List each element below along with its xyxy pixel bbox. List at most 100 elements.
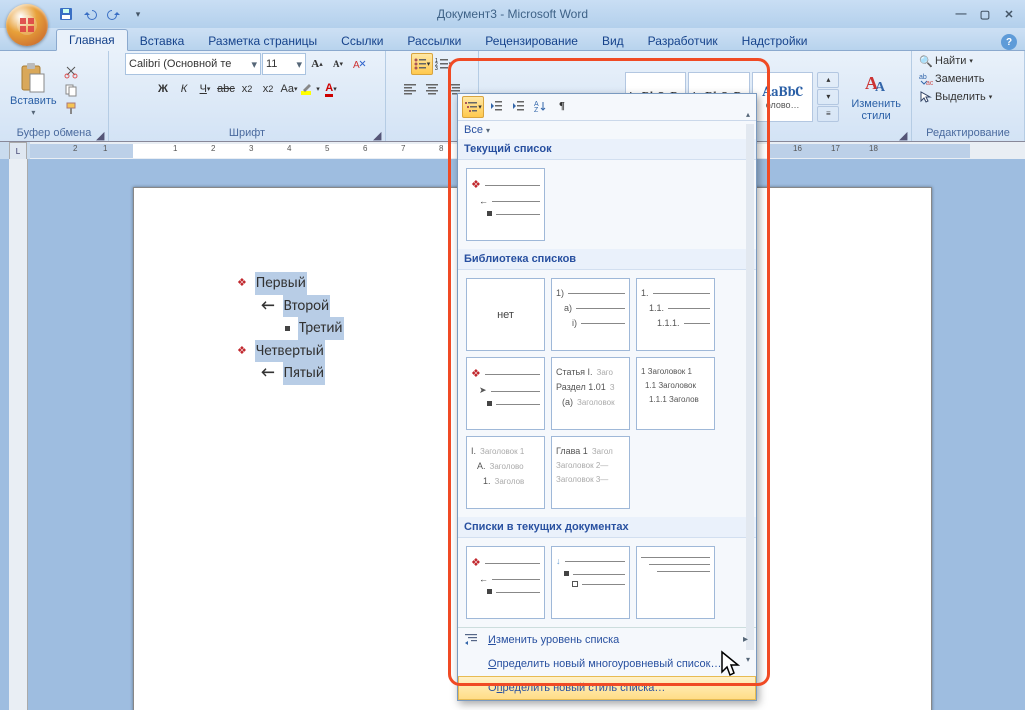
- paste-button[interactable]: Вставить ▾: [6, 60, 61, 119]
- list-preview[interactable]: 1 Заголовок 1 1.1 Заголовок 1.1.1 Заголо…: [636, 357, 715, 430]
- style-heading1[interactable]: AaBbCолово…: [752, 72, 813, 122]
- font-size-value: 11: [266, 58, 277, 70]
- change-styles-icon: AA: [863, 71, 889, 97]
- tab-developer[interactable]: Разработчик: [636, 31, 730, 51]
- list-item[interactable]: Третий: [237, 317, 344, 340]
- quick-access-toolbar: ▾: [56, 4, 148, 24]
- group-editing: 🔍Найти▾ abacЗаменить Выделить▾ Редактиро…: [912, 51, 1025, 141]
- svg-text:3: 3: [435, 66, 438, 71]
- paste-label: Вставить: [10, 95, 57, 107]
- font-launcher-icon[interactable]: ◢: [373, 129, 383, 139]
- undo-icon[interactable]: [80, 4, 100, 24]
- list-item[interactable]: ←Пятый: [237, 362, 344, 385]
- submenu-arrow-icon: ▸: [743, 634, 748, 645]
- grow-font-icon[interactable]: A▴: [307, 54, 327, 74]
- multilevel-list-icon[interactable]: ▾: [462, 96, 484, 118]
- bullet-list-icon[interactable]: ▾: [411, 53, 433, 75]
- clipboard-launcher-icon[interactable]: ◢: [96, 129, 106, 139]
- select-button[interactable]: Выделить▾: [918, 89, 992, 105]
- panel-footer: Изменить уровень списка ▸ Определить нов…: [458, 627, 756, 700]
- qat-customize-icon[interactable]: ▾: [128, 4, 148, 24]
- diamond-icon: ❖: [237, 343, 247, 360]
- close-button[interactable]: ✕: [1001, 6, 1017, 22]
- sort-icon[interactable]: AZ: [530, 96, 550, 116]
- increase-indent-icon[interactable]: [508, 96, 528, 116]
- vertical-ruler[interactable]: [9, 159, 28, 710]
- list-item[interactable]: ❖Четвертый: [237, 340, 344, 363]
- list-preview[interactable]: ❖ ←: [466, 546, 545, 619]
- office-button[interactable]: [6, 4, 48, 46]
- redo-icon[interactable]: [104, 4, 124, 24]
- document-content: ❖Первый ←Второй Третий ❖Четвертый ←Пятый: [237, 272, 344, 385]
- indent-level-icon: [464, 632, 480, 649]
- list-preview[interactable]: ❖ ➤: [466, 357, 545, 430]
- list-preview[interactable]: 1. 1.1. 1.1.1.: [636, 278, 715, 351]
- list-preview-none[interactable]: нет: [466, 278, 545, 351]
- menu-define-multilevel[interactable]: Определить новый многоуровневый список…: [458, 652, 756, 676]
- format-painter-icon[interactable]: [63, 100, 79, 116]
- editing-label: Редактирование: [918, 126, 1018, 140]
- help-icon[interactable]: ?: [1001, 34, 1017, 50]
- styles-more-icon[interactable]: ≡: [817, 106, 839, 122]
- align-center-icon[interactable]: [422, 79, 442, 99]
- replace-button[interactable]: abacЗаменить: [918, 71, 984, 87]
- list-preview[interactable]: ↓: [551, 546, 630, 619]
- styles-down-icon[interactable]: ▾: [817, 89, 839, 105]
- list-preview[interactable]: 1) a) i): [551, 278, 630, 351]
- svg-text:A: A: [875, 80, 886, 95]
- number-list-icon[interactable]: 123▾: [434, 54, 454, 74]
- list-preview-current[interactable]: ❖ ←: [466, 168, 545, 241]
- font-name-value: Calibri (Основной те: [129, 58, 231, 70]
- font-name-combo[interactable]: Calibri (Основной те▾: [125, 53, 261, 75]
- clear-format-icon[interactable]: A: [349, 54, 369, 74]
- tab-insert[interactable]: Вставка: [128, 31, 197, 51]
- section-doc-lists: Списки в текущих документах: [458, 517, 756, 538]
- cut-icon[interactable]: [63, 64, 79, 80]
- styles-up-icon[interactable]: ▴: [817, 72, 839, 88]
- mouse-cursor-icon: [720, 650, 742, 684]
- highlight-icon[interactable]: ▾: [300, 79, 320, 99]
- menu-change-level[interactable]: Изменить уровень списка ▸: [458, 628, 756, 652]
- ruler-corner[interactable]: L: [9, 142, 27, 160]
- tab-mailings[interactable]: Рассылки: [395, 31, 473, 51]
- align-left-icon[interactable]: [401, 79, 421, 99]
- styles-launcher-icon[interactable]: ◢: [899, 129, 909, 139]
- list-item[interactable]: ←Второй: [237, 295, 344, 318]
- copy-icon[interactable]: [63, 82, 79, 98]
- strike-icon[interactable]: abє: [216, 79, 236, 99]
- change-styles-button[interactable]: AA Изменить стили: [847, 69, 905, 124]
- bold-icon[interactable]: Ж: [153, 79, 173, 99]
- menu-define-style[interactable]: Определить новый стиль списка…: [458, 676, 756, 700]
- tab-view[interactable]: Вид: [590, 31, 636, 51]
- show-marks-icon[interactable]: ¶: [552, 96, 572, 116]
- panel-all-filter[interactable]: Все▾: [458, 121, 756, 139]
- tab-layout[interactable]: Разметка страницы: [196, 31, 329, 51]
- multilevel-list-panel: ▾ AZ ¶ Все▾ Текущий список ❖ ← Библиотек…: [457, 93, 757, 701]
- change-case-icon[interactable]: Aa▾: [279, 79, 299, 99]
- italic-icon[interactable]: К: [174, 79, 194, 99]
- list-preview[interactable]: Глава 1Загол Заголовок 2— Заголовок 3—: [551, 436, 630, 509]
- section-current-list: Текущий список: [458, 139, 756, 160]
- list-preview[interactable]: Статья I.Заго Раздел 1.01З (a)Заголовок: [551, 357, 630, 430]
- font-size-combo[interactable]: 11▾: [262, 53, 306, 75]
- minimize-button[interactable]: —: [953, 6, 969, 22]
- tab-references[interactable]: Ссылки: [329, 31, 395, 51]
- save-icon[interactable]: [56, 4, 76, 24]
- subscript-icon[interactable]: x2: [237, 79, 257, 99]
- select-icon: [918, 89, 934, 105]
- list-preview[interactable]: [636, 546, 715, 619]
- tab-review[interactable]: Рецензирование: [473, 31, 590, 51]
- list-preview[interactable]: I.Заголовок 1 A.Заголово 1.Заголов: [466, 436, 545, 509]
- superscript-icon[interactable]: x2: [258, 79, 278, 99]
- decrease-indent-icon[interactable]: [486, 96, 506, 116]
- panel-scrollbar[interactable]: ▴ ▾: [746, 124, 754, 650]
- underline-icon[interactable]: Ч▾: [195, 79, 215, 99]
- list-item[interactable]: ❖Первый: [237, 272, 344, 295]
- font-color-icon[interactable]: A▾: [321, 79, 341, 99]
- tab-home[interactable]: Главная: [56, 29, 128, 51]
- section-library: Библиотека списков: [458, 249, 756, 270]
- find-button[interactable]: 🔍Найти▾: [918, 53, 973, 69]
- maximize-button[interactable]: ▢: [977, 6, 993, 22]
- tab-addins[interactable]: Надстройки: [730, 31, 820, 51]
- shrink-font-icon[interactable]: A▾: [328, 54, 348, 74]
